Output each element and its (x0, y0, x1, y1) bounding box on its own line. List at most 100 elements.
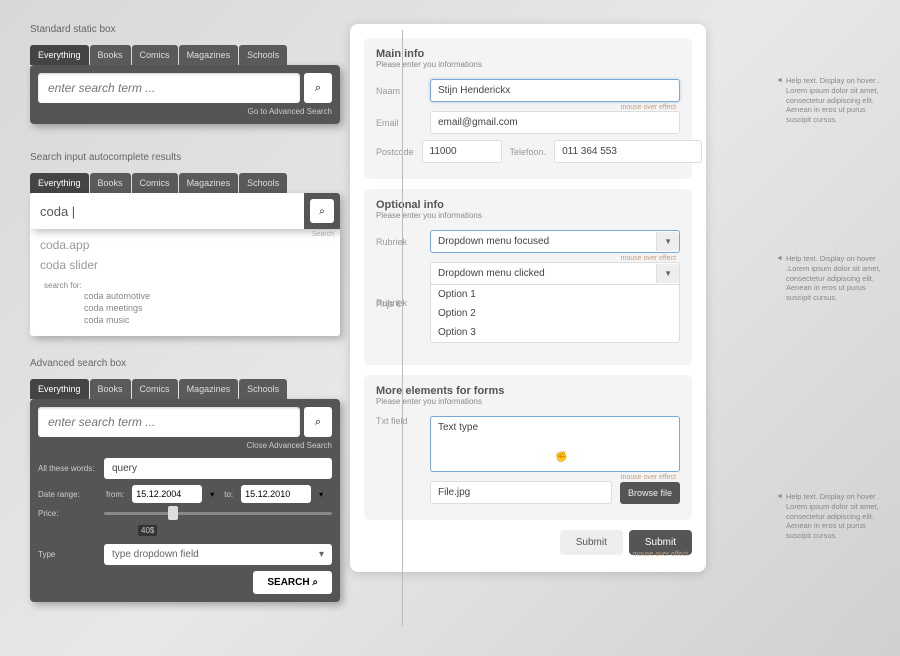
date-from-input[interactable] (132, 485, 202, 503)
autocomplete-subitem[interactable]: coda meetings (40, 302, 330, 314)
postcode-label: Postcode (376, 147, 414, 157)
advanced-search-box: ⌕ Close Advanced Search All these words:… (30, 399, 340, 602)
txt-field-label: Txt field (376, 416, 422, 426)
tab-books[interactable]: Books (90, 45, 131, 65)
chevron-down-icon: ▼ (656, 264, 679, 283)
close-advanced-link[interactable]: Close Advanced Search (38, 441, 332, 450)
autocomplete-subitem[interactable]: coda automotive (40, 290, 330, 302)
tabs-autocomplete: Everything Books Comics Magazines School… (30, 173, 340, 193)
type-dropdown[interactable]: type dropdown field ▾ (104, 544, 332, 565)
section-title-advanced: Advanced search box (30, 358, 340, 369)
textarea[interactable]: Text type ✊ (430, 416, 680, 472)
search-input[interactable] (38, 73, 300, 103)
autocomplete-item[interactable]: coda.app (40, 235, 330, 255)
dropdown-value: Dropdown menu clicked (438, 268, 545, 279)
from-label: from: (104, 490, 126, 499)
advanced-search-input[interactable] (38, 407, 300, 437)
mouse-over-label: mouse over effect (376, 255, 676, 262)
cursor-icon: ✊ (555, 452, 567, 463)
tab-comics[interactable]: Comics (132, 173, 178, 193)
naam-input[interactable] (430, 79, 680, 102)
tab-everything[interactable]: Everything (30, 379, 89, 399)
autocomplete-item[interactable]: coda slider (40, 255, 330, 275)
telefoon-label: Telefoon. (510, 147, 547, 157)
autocomplete-input[interactable] (30, 193, 300, 229)
tab-magazines[interactable]: Magazines (179, 45, 239, 65)
prijs-label: Prijs € (376, 299, 422, 309)
tab-comics[interactable]: Comics (132, 45, 178, 65)
optional-info-section: Optional info Please enter you informati… (364, 189, 692, 365)
search-icon[interactable]: ⌕ (304, 407, 332, 437)
autocomplete-input-row: ⌕ Search (30, 193, 340, 229)
mouse-over-label: mouse over effect (364, 551, 688, 558)
help-text: Help text. Display on hover . Lorem ipsu… (786, 492, 882, 541)
tab-schools[interactable]: Schools (239, 379, 287, 399)
rubriek-label: Rubriek (376, 237, 422, 247)
dropdown-focused[interactable]: Dropdown menu focused ▼ (430, 230, 680, 253)
dropdown-option[interactable]: Option 3 (431, 323, 679, 342)
all-words-input[interactable] (104, 458, 332, 479)
optional-subtitle: Please enter you informations (376, 211, 680, 220)
dropdown-option[interactable]: Option 1 (431, 285, 679, 304)
tab-magazines[interactable]: Magazines (179, 173, 239, 193)
autocomplete-dropdown: coda.app coda slider search for: coda au… (30, 229, 340, 336)
browse-file-button[interactable]: Browse file (620, 482, 680, 504)
mouse-over-label: mouse over effect (376, 474, 676, 481)
tab-schools[interactable]: Schools (239, 173, 287, 193)
section-title-static: Standard static box (30, 24, 340, 35)
main-info-title: Main info (376, 48, 680, 60)
date-range-label: Date range: (38, 490, 98, 499)
dropdown-list: Option 1 Option 2 Option 3 (430, 284, 680, 343)
search-for-label: search for: (44, 281, 330, 290)
tabs-static: Everything Books Comics Magazines School… (30, 45, 340, 65)
textarea-value: Text type (438, 422, 478, 433)
type-value: type dropdown field (112, 549, 199, 560)
autocomplete-subitem[interactable]: coda music (40, 314, 330, 326)
file-input[interactable] (430, 481, 612, 504)
type-label: Type (38, 550, 98, 559)
chevron-down-icon[interactable]: ▾ (208, 490, 216, 499)
mouse-over-label: mouse over effect (376, 104, 676, 111)
help-text: Help text. Display on hover . Lorem ipsu… (786, 76, 882, 125)
dropdown-clicked[interactable]: Dropdown menu clicked ▼ (430, 262, 680, 285)
email-label: Email (376, 118, 422, 128)
tab-books[interactable]: Books (90, 173, 131, 193)
search-icon[interactable]: ⌕ (310, 199, 334, 223)
postcode-input[interactable] (422, 140, 502, 163)
dropdown-value: Dropdown menu focused (438, 236, 549, 247)
form-panel: Main info Please enter you informations … (350, 24, 706, 572)
tabs-advanced: Everything Books Comics Magazines School… (30, 379, 340, 399)
price-value: 40$ (138, 525, 157, 536)
static-search-box: ⌕ Go to Advanced Search (30, 65, 340, 124)
date-to-input[interactable] (241, 485, 311, 503)
more-title: More elements for forms (376, 385, 680, 397)
price-label: Price: (38, 509, 98, 518)
dropdown-option[interactable]: Option 2 (431, 304, 679, 323)
more-elements-section: More elements for forms Please enter you… (364, 375, 692, 520)
search-icon[interactable]: ⌕ (304, 73, 332, 103)
more-subtitle: Please enter you informations (376, 397, 680, 406)
go-advanced-link[interactable]: Go to Advanced Search (38, 107, 332, 116)
search-label: Search (312, 231, 334, 238)
price-slider[interactable] (104, 512, 332, 515)
all-words-label: All these words: (38, 464, 98, 473)
main-info-subtitle: Please enter you informations (376, 60, 680, 69)
tab-everything[interactable]: Everything (30, 45, 89, 65)
naam-label: Naam (376, 86, 422, 96)
chevron-down-icon: ▼ (656, 232, 679, 251)
main-info-section: Main info Please enter you informations … (364, 38, 692, 179)
help-text: Help text. Display on hover .Lorem ipsum… (786, 254, 882, 303)
search-button[interactable]: SEARCH ⌕ (253, 571, 332, 594)
tab-comics[interactable]: Comics (132, 379, 178, 399)
section-title-autocomplete: Search input autocomplete results (30, 152, 340, 163)
chevron-down-icon: ▾ (319, 549, 324, 560)
chevron-down-icon[interactable]: ▾ (317, 490, 325, 499)
tab-schools[interactable]: Schools (239, 45, 287, 65)
submit-button-light[interactable]: Submit (560, 530, 623, 555)
divider (402, 30, 403, 626)
telefoon-input[interactable] (554, 140, 702, 163)
tab-magazines[interactable]: Magazines (179, 379, 239, 399)
email-input[interactable] (430, 111, 680, 134)
tab-everything[interactable]: Everything (30, 173, 89, 193)
tab-books[interactable]: Books (90, 379, 131, 399)
